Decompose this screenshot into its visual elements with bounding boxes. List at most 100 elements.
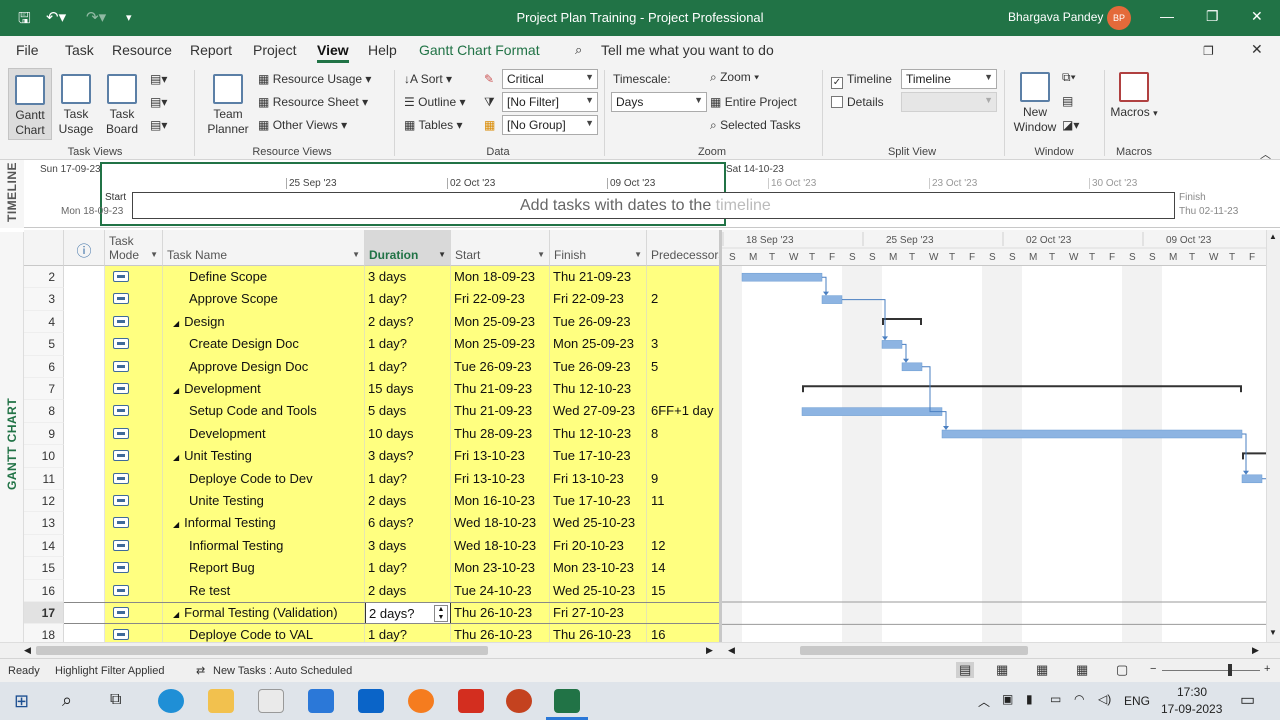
start-cell[interactable]: Mon 23-10-23 xyxy=(451,557,550,580)
table-row[interactable]: 8 Setup Code and Tools 5 days Thu 21-09-… xyxy=(24,400,720,423)
row-id[interactable]: 11 xyxy=(24,467,64,490)
row-id[interactable]: 6 xyxy=(24,355,64,378)
table-row[interactable]: 17 ◢ Formal Testing (Validation) 2 days? ▲… xyxy=(24,602,720,625)
table-row[interactable]: 15 Report Bug 1 day? Mon 23-10-23 Mon 23… xyxy=(24,557,720,580)
tab-view[interactable]: View xyxy=(317,42,349,63)
task-name-cell[interactable]: ◢ Unit Testing xyxy=(163,445,365,468)
zoom-in-icon[interactable]: + xyxy=(1264,663,1270,675)
entire-project-button[interactable]: ▦ Entire Project xyxy=(710,95,797,109)
finish-cell[interactable]: Fri 22-09-23 xyxy=(550,288,647,311)
predecessors-cell[interactable] xyxy=(647,378,720,401)
duration-cell[interactable]: 3 days xyxy=(365,534,451,558)
arrange-all-icon[interactable]: ▤ xyxy=(1062,94,1073,108)
ribbon-display-icon[interactable]: ❐ xyxy=(1203,44,1214,58)
info-cell[interactable] xyxy=(64,378,105,401)
start-cell[interactable]: Fri 13-10-23 xyxy=(451,445,550,468)
task-mode-cell[interactable] xyxy=(105,534,163,558)
finish-cell[interactable]: Tue 17-10-23 xyxy=(550,445,647,468)
firefox-icon[interactable] xyxy=(408,689,434,713)
info-cell[interactable] xyxy=(64,512,105,535)
team-planner-shortcut-icon[interactable]: ▦ xyxy=(1036,662,1048,678)
task-name-cell[interactable]: ◢ Development xyxy=(163,378,365,401)
tab-project[interactable]: Project xyxy=(253,42,297,58)
microphone-icon[interactable]: ▮ xyxy=(1026,692,1033,706)
table-row[interactable]: 11 Deploye Code to Dev 1 day? Fri 13-10-… xyxy=(24,467,720,490)
finish-cell[interactable]: Thu 12-10-23 xyxy=(550,422,647,446)
finish-cell[interactable]: Thu 12-10-23 xyxy=(550,378,647,401)
table-row[interactable]: 7 ◢ Development 15 days Thu 21-09-23 Thu … xyxy=(24,378,720,401)
row-id[interactable]: 17 xyxy=(24,602,64,625)
finish-cell[interactable]: Tue 26-09-23 xyxy=(550,310,647,334)
task-name-cell[interactable]: Report Bug xyxy=(163,557,365,580)
timeline-select[interactable]: Timeline ▼ xyxy=(901,69,997,89)
task-mode-header[interactable]: Task Mode ▼ xyxy=(105,230,163,266)
status-new-tasks[interactable]: New Tasks : Auto Scheduled xyxy=(213,665,352,677)
hide-window-icon[interactable]: ◪▾ xyxy=(1062,118,1079,132)
project-icon[interactable] xyxy=(554,689,580,713)
row-id[interactable]: 7 xyxy=(24,378,64,401)
task-board-button[interactable]: Task Board xyxy=(100,74,144,137)
task-name-cell[interactable]: Create Design Doc xyxy=(163,333,365,356)
outline-button[interactable]: ☰ Outline ▾ xyxy=(404,95,466,109)
duration-header[interactable]: Duration ▼ xyxy=(365,230,451,266)
wifi-icon[interactable]: ◠ xyxy=(1074,692,1084,706)
mail-icon[interactable] xyxy=(308,689,334,713)
start-cell[interactable]: Mon 18-09-23 xyxy=(451,266,550,289)
duration-cell[interactable]: 2 days? ▲ ▼ xyxy=(365,602,451,625)
start-cell[interactable]: Tue 26-09-23 xyxy=(451,355,550,378)
predecessors-cell[interactable]: 2 xyxy=(647,288,720,311)
task-usage-shortcut-icon[interactable]: ▦ xyxy=(996,662,1008,678)
task-usage-button[interactable]: Task Usage xyxy=(54,74,98,137)
task-mode-cell[interactable] xyxy=(105,400,163,423)
task-mode-cell[interactable] xyxy=(105,512,163,535)
predecessors-cell[interactable]: 15 xyxy=(647,579,720,602)
other-task-views-icon[interactable]: ▤▾ xyxy=(150,118,167,132)
info-cell[interactable] xyxy=(64,557,105,580)
network-diagram-icon[interactable]: ▤▾ xyxy=(150,95,167,109)
start-cell[interactable]: Mon 25-09-23 xyxy=(451,333,550,356)
network-icon[interactable]: ▭ xyxy=(1050,692,1061,706)
duration-cell[interactable]: 6 days? xyxy=(365,512,451,535)
close-doc-icon[interactable]: ✕ xyxy=(1251,41,1263,58)
predecessors-cell[interactable]: 9 xyxy=(647,467,720,490)
task-name-cell[interactable]: Deploye Code to Dev xyxy=(163,467,365,490)
task-view-icon[interactable]: ⧉ xyxy=(110,691,121,709)
macros-button[interactable]: Macros ▾ xyxy=(1110,72,1158,121)
close-icon[interactable]: ✕ xyxy=(1251,8,1263,25)
row-id[interactable]: 9 xyxy=(24,422,64,446)
collapse-triangle-icon[interactable]: ◢ xyxy=(173,453,179,462)
task-mode-cell[interactable] xyxy=(105,310,163,334)
row-id[interactable]: 16 xyxy=(24,579,64,602)
row-id[interactable]: 2 xyxy=(24,266,64,289)
predecessors-cell[interactable]: 8 xyxy=(647,422,720,446)
start-cell[interactable]: Fri 22-09-23 xyxy=(451,288,550,311)
info-cell[interactable] xyxy=(64,355,105,378)
tab-help[interactable]: Help xyxy=(368,42,397,58)
row-id[interactable]: 14 xyxy=(24,534,64,558)
table-row[interactable]: 3 Approve Scope 1 day? Fri 22-09-23 Fri … xyxy=(24,288,720,311)
details-checkbox[interactable]: Details xyxy=(831,95,884,109)
task-mode-cell[interactable] xyxy=(105,557,163,580)
duration-cell[interactable]: 15 days xyxy=(365,378,451,401)
row-id[interactable]: 8 xyxy=(24,400,64,423)
predecessors-cell[interactable]: 5 xyxy=(647,355,720,378)
info-cell[interactable] xyxy=(64,288,105,311)
duration-cell[interactable]: 5 days xyxy=(365,400,451,423)
avatar[interactable]: BP xyxy=(1107,6,1131,30)
collapse-triangle-icon[interactable]: ◢ xyxy=(173,610,179,619)
resource-sheet-shortcut-icon[interactable]: ▦ xyxy=(1076,662,1088,678)
start-header[interactable]: Start ▼ xyxy=(451,230,550,266)
resource-sheet-button[interactable]: ▦ Resource Sheet ▾ xyxy=(258,95,368,109)
restore-icon[interactable]: ❐ xyxy=(1206,8,1219,25)
task-mode-cell[interactable] xyxy=(105,422,163,446)
predecessors-cell[interactable]: 11 xyxy=(647,490,720,513)
gantt-scroll-thumb[interactable] xyxy=(800,646,1028,655)
finish-cell[interactable]: Wed 25-10-23 xyxy=(550,512,647,535)
row-id[interactable]: 3 xyxy=(24,288,64,311)
start-cell[interactable]: Thu 21-09-23 xyxy=(451,378,550,401)
store-icon[interactable] xyxy=(258,689,284,713)
volume-icon[interactable]: ◁) xyxy=(1098,692,1111,706)
task-name-cell[interactable]: Re test xyxy=(163,579,365,602)
predecessors-cell[interactable] xyxy=(647,310,720,334)
duration-cell[interactable]: 3 days xyxy=(365,266,451,289)
